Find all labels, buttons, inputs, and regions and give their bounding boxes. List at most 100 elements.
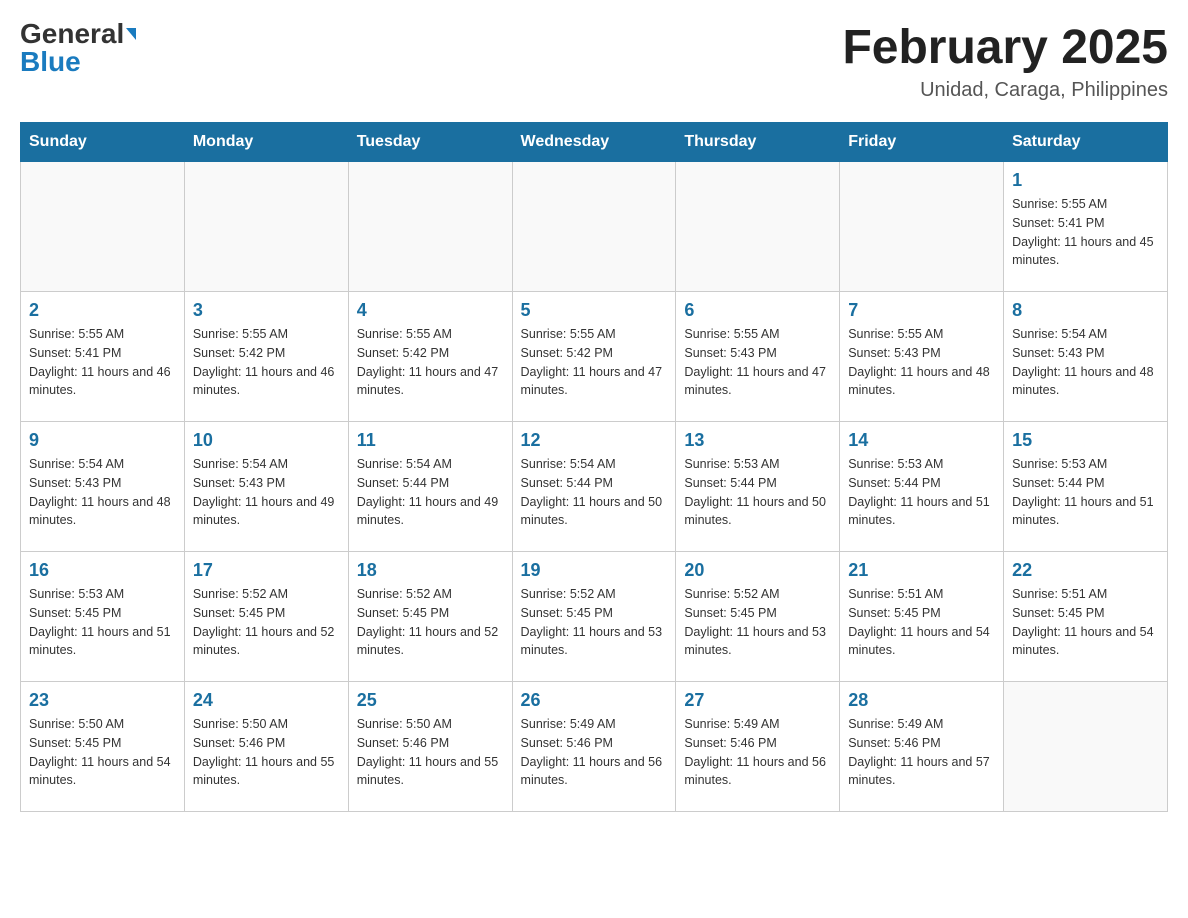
calendar-cell: 13Sunrise: 5:53 AMSunset: 5:44 PMDayligh… [676, 422, 840, 552]
day-number: 21 [848, 560, 995, 581]
calendar-week-row: 23 Sunrise: 5:50 AMSunset: 5:45 PMDayligh… [21, 682, 1168, 812]
logo: General Blue [20, 20, 136, 76]
day-number: 10 [193, 430, 340, 451]
calendar-cell: 7 Sunrise: 5:55 AMSunset: 5:43 PMDaylight… [840, 292, 1004, 422]
day-info: Sunrise: 5:54 AMSunset: 5:43 PMDaylight:… [29, 455, 176, 530]
day-info: Sunrise: 5:49 AMSunset: 5:46 PMDaylight:… [848, 715, 995, 790]
day-info: Sunrise: 5:55 AMSunset: 5:43 PMDaylight:… [848, 325, 995, 400]
day-number: 7 [848, 300, 995, 321]
day-info: Sunrise: 5:49 AMSunset: 5:46 PMDaylight:… [684, 715, 831, 790]
logo-blue-text: Blue [20, 48, 81, 76]
calendar-week-row: 2 Sunrise: 5:55 AMSunset: 5:41 PMDaylight… [21, 292, 1168, 422]
day-info: Sunrise: 5:52 AMSunset: 5:45 PMDaylight:… [521, 585, 668, 660]
day-info: Sunrise: 5:50 AMSunset: 5:45 PMDaylight:… [29, 715, 176, 790]
day-number: 11 [357, 430, 504, 451]
weekday-header: Sunday [21, 123, 185, 162]
day-info: Sunrise: 5:54 AMSunset: 5:44 PMDaylight:… [521, 455, 668, 530]
day-number: 25 [357, 690, 504, 711]
day-number: 4 [357, 300, 504, 321]
day-number: 23 [29, 690, 176, 711]
calendar-cell: 5 Sunrise: 5:55 AMSunset: 5:42 PMDaylight… [512, 292, 676, 422]
calendar-cell: 22 Sunrise: 5:51 AMSunset: 5:45 PMDayligh… [1004, 552, 1168, 682]
day-number: 15 [1012, 430, 1159, 451]
day-number: 2 [29, 300, 176, 321]
calendar-cell: 16 Sunrise: 5:53 AMSunset: 5:45 PMDayligh… [21, 552, 185, 682]
calendar-cell: 24 Sunrise: 5:50 AMSunset: 5:46 PMDayligh… [184, 682, 348, 812]
day-info: Sunrise: 5:52 AMSunset: 5:45 PMDaylight:… [193, 585, 340, 660]
calendar-cell: 27 Sunrise: 5:49 AMSunset: 5:46 PMDayligh… [676, 682, 840, 812]
weekday-header: Saturday [1004, 123, 1168, 162]
day-info: Sunrise: 5:55 AMSunset: 5:41 PMDaylight:… [1012, 195, 1159, 270]
day-number: 8 [1012, 300, 1159, 321]
day-number: 12 [521, 430, 668, 451]
day-number: 13 [684, 430, 831, 451]
day-number: 16 [29, 560, 176, 581]
day-info: Sunrise: 5:50 AMSunset: 5:46 PMDaylight:… [193, 715, 340, 790]
location-title: Unidad, Caraga, Philippines [842, 79, 1168, 102]
calendar-body: 1 Sunrise: 5:55 AMSunset: 5:41 PMDaylight… [21, 162, 1168, 812]
calendar-cell: 28 Sunrise: 5:49 AMSunset: 5:46 PMDayligh… [840, 682, 1004, 812]
day-number: 27 [684, 690, 831, 711]
day-info: Sunrise: 5:53 AMSunset: 5:45 PMDaylight:… [29, 585, 176, 660]
calendar-cell [512, 162, 676, 292]
month-title: February 2025 [842, 20, 1168, 75]
weekday-header: Thursday [676, 123, 840, 162]
day-info: Sunrise: 5:50 AMSunset: 5:46 PMDaylight:… [357, 715, 504, 790]
calendar-cell: 6 Sunrise: 5:55 AMSunset: 5:43 PMDaylight… [676, 292, 840, 422]
day-number: 14 [848, 430, 995, 451]
day-info: Sunrise: 5:54 AMSunset: 5:43 PMDaylight:… [1012, 325, 1159, 400]
calendar-header: SundayMondayTuesdayWednesdayThursdayFrid… [21, 123, 1168, 162]
weekday-header: Tuesday [348, 123, 512, 162]
day-number: 6 [684, 300, 831, 321]
day-number: 19 [521, 560, 668, 581]
day-info: Sunrise: 5:51 AMSunset: 5:45 PMDaylight:… [1012, 585, 1159, 660]
weekday-header: Friday [840, 123, 1004, 162]
day-number: 17 [193, 560, 340, 581]
weekday-header: Wednesday [512, 123, 676, 162]
calendar-week-row: 1 Sunrise: 5:55 AMSunset: 5:41 PMDaylight… [21, 162, 1168, 292]
calendar-week-row: 9 Sunrise: 5:54 AMSunset: 5:43 PMDaylight… [21, 422, 1168, 552]
calendar-cell [348, 162, 512, 292]
day-info: Sunrise: 5:51 AMSunset: 5:45 PMDaylight:… [848, 585, 995, 660]
day-number: 18 [357, 560, 504, 581]
calendar-cell: 26 Sunrise: 5:49 AMSunset: 5:46 PMDayligh… [512, 682, 676, 812]
calendar-cell: 8 Sunrise: 5:54 AMSunset: 5:43 PMDaylight… [1004, 292, 1168, 422]
day-number: 9 [29, 430, 176, 451]
calendar-cell [676, 162, 840, 292]
day-number: 22 [1012, 560, 1159, 581]
calendar-cell: 14 Sunrise: 5:53 AMSunset: 5:44 PMDayligh… [840, 422, 1004, 552]
day-number: 26 [521, 690, 668, 711]
calendar-cell: 15 Sunrise: 5:53 AMSunset: 5:44 PMDayligh… [1004, 422, 1168, 552]
day-info: Sunrise: 5:53 AMSunset: 5:44 PMDaylight:… [848, 455, 995, 530]
calendar-cell [1004, 682, 1168, 812]
day-number: 5 [521, 300, 668, 321]
calendar-cell: 19 Sunrise: 5:52 AMSunset: 5:45 PMDayligh… [512, 552, 676, 682]
calendar-cell [840, 162, 1004, 292]
calendar-cell: 3 Sunrise: 5:55 AMSunset: 5:42 PMDaylight… [184, 292, 348, 422]
calendar-cell: 23 Sunrise: 5:50 AMSunset: 5:45 PMDayligh… [21, 682, 185, 812]
calendar-cell: 25 Sunrise: 5:50 AMSunset: 5:46 PMDayligh… [348, 682, 512, 812]
logo-general-text: General [20, 20, 124, 48]
calendar-cell: 18 Sunrise: 5:52 AMSunset: 5:45 PMDayligh… [348, 552, 512, 682]
day-info: Sunrise: 5:54 AMSunset: 5:43 PMDaylight:… [193, 455, 340, 530]
calendar-cell: 2 Sunrise: 5:55 AMSunset: 5:41 PMDaylight… [21, 292, 185, 422]
weekday-row: SundayMondayTuesdayWednesdayThursdayFrid… [21, 123, 1168, 162]
day-number: 24 [193, 690, 340, 711]
page-header: General Blue February 2025 Unidad, Carag… [20, 20, 1168, 102]
day-number: 28 [848, 690, 995, 711]
day-info: Sunrise: 5:55 AMSunset: 5:41 PMDaylight:… [29, 325, 176, 400]
day-number: 1 [1012, 170, 1159, 191]
calendar-cell: 1 Sunrise: 5:55 AMSunset: 5:41 PMDaylight… [1004, 162, 1168, 292]
day-info: Sunrise: 5:53 AMSunset: 5:44 PMDaylight:… [1012, 455, 1159, 530]
day-info: Sunrise: 5:55 AMSunset: 5:42 PMDaylight:… [193, 325, 340, 400]
calendar-cell [21, 162, 185, 292]
calendar-week-row: 16 Sunrise: 5:53 AMSunset: 5:45 PMDayligh… [21, 552, 1168, 682]
day-info: Sunrise: 5:49 AMSunset: 5:46 PMDaylight:… [521, 715, 668, 790]
day-info: Sunrise: 5:55 AMSunset: 5:42 PMDaylight:… [521, 325, 668, 400]
day-info: Sunrise: 5:55 AMSunset: 5:42 PMDaylight:… [357, 325, 504, 400]
day-info: Sunrise: 5:52 AMSunset: 5:45 PMDaylight:… [357, 585, 504, 660]
day-number: 3 [193, 300, 340, 321]
calendar-cell: 12 Sunrise: 5:54 AMSunset: 5:44 PMDayligh… [512, 422, 676, 552]
day-info: Sunrise: 5:55 AMSunset: 5:43 PMDaylight:… [684, 325, 831, 400]
calendar-cell [184, 162, 348, 292]
